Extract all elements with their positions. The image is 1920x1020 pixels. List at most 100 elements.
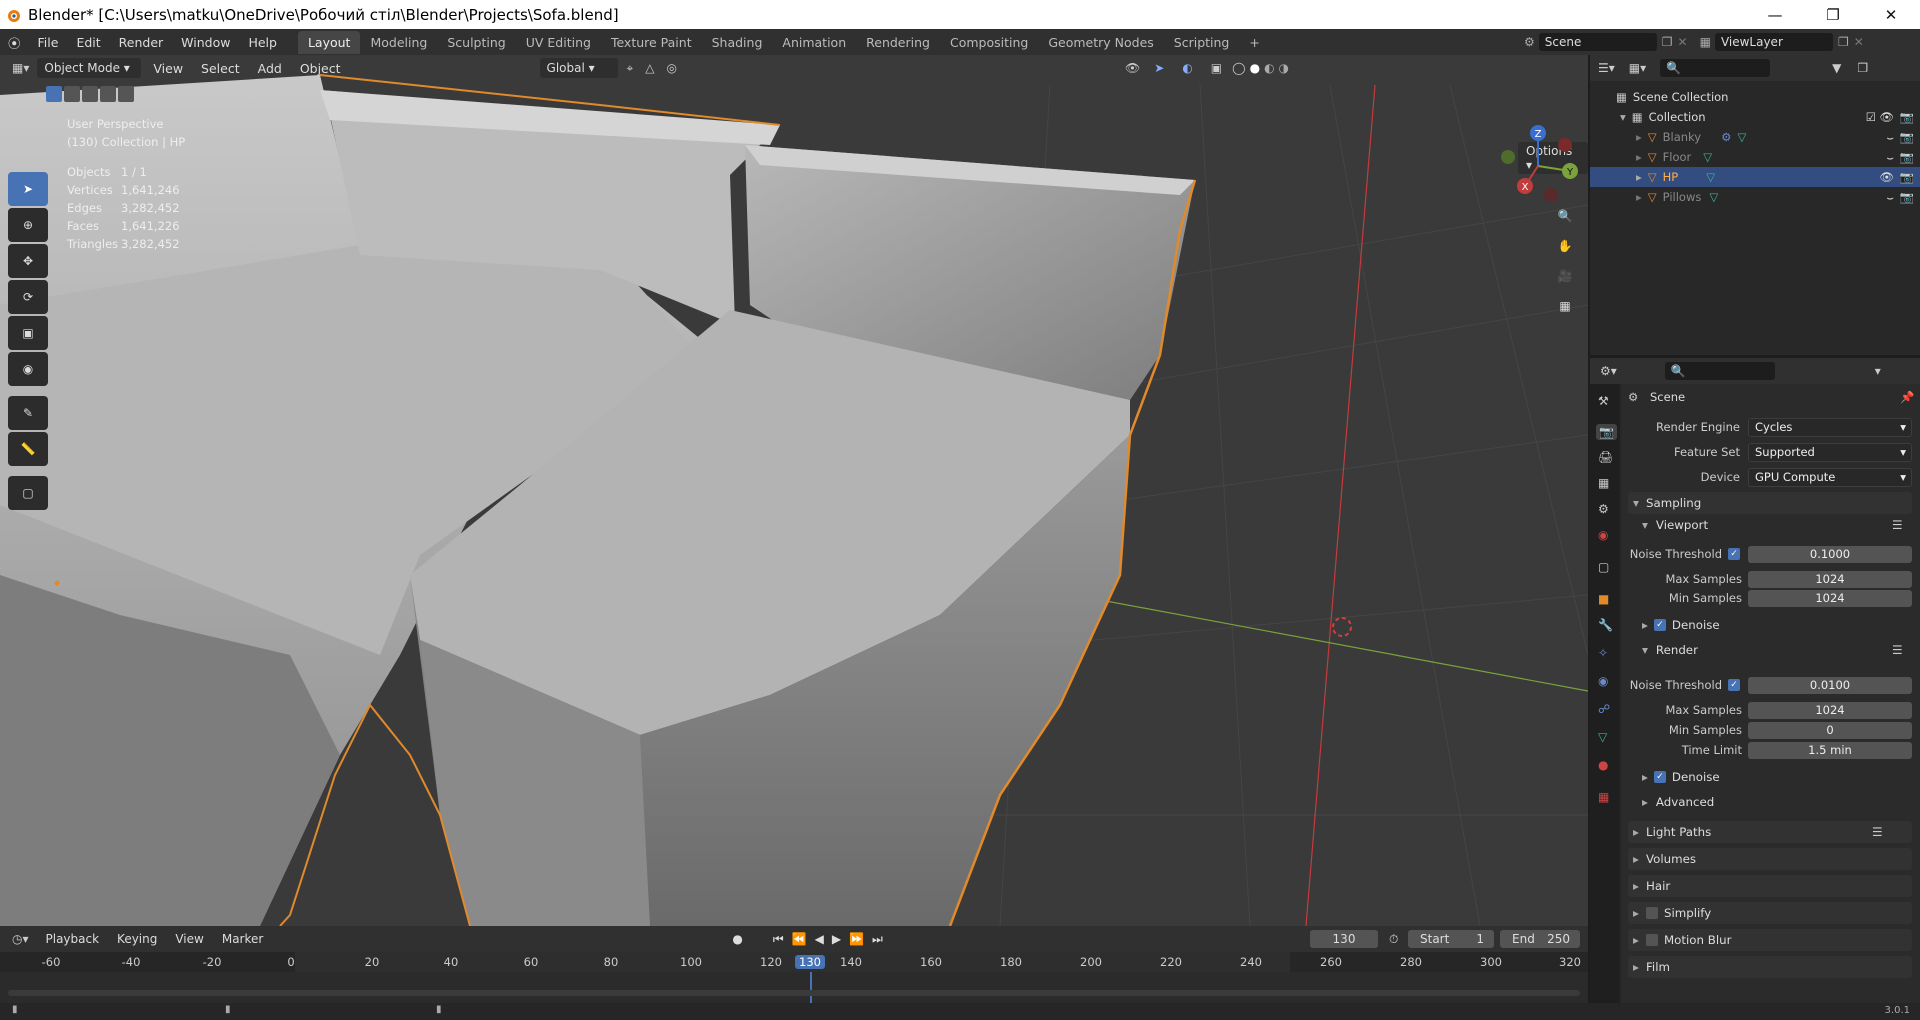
proportional-edit-icon[interactable]: ◎ xyxy=(667,61,677,75)
list-icon[interactable]: ☰ xyxy=(1892,643,1903,657)
viewport-min-samples-field[interactable]: 1024 xyxy=(1748,589,1912,607)
end-frame-field[interactable]: End 250 xyxy=(1500,930,1580,948)
modifier-tab-icon[interactable]: 🔧 xyxy=(1598,618,1613,632)
new-scene-icon[interactable]: ❐ xyxy=(1662,35,1673,49)
render-toggle-icon[interactable]: 📷 xyxy=(1900,130,1914,144)
annotate-tool-icon[interactable]: ✎ xyxy=(8,396,48,430)
time-limit-field[interactable]: 1.5 min xyxy=(1748,741,1912,759)
current-frame-field[interactable]: 130 xyxy=(1310,930,1378,948)
menu-playback[interactable]: Playback xyxy=(37,932,109,946)
select-subtract-icon[interactable] xyxy=(82,86,98,102)
expand-icon[interactable]: ▾ xyxy=(1620,110,1626,124)
close-button[interactable]: ✕ xyxy=(1862,0,1920,29)
menu-marker[interactable]: Marker xyxy=(213,932,272,946)
sampling-panel-header[interactable]: ▾ Sampling xyxy=(1628,492,1912,514)
menu-edit[interactable]: Edit xyxy=(67,35,109,50)
rotate-tool-icon[interactable]: ⟳ xyxy=(8,280,48,314)
ortho-toggle-icon[interactable]: ▦ xyxy=(1550,291,1580,321)
frame-ruler[interactable]: -60 -40 -20 0 20 40 60 80 100 120 130 14… xyxy=(0,952,1588,972)
texture-tab-icon[interactable]: ▦ xyxy=(1598,790,1609,804)
material-shading-icon[interactable]: ◐ xyxy=(1264,61,1274,75)
render-subpanel-header[interactable]: ▾ Render ☰ xyxy=(1642,643,1903,657)
jump-start-icon[interactable]: ⏮ xyxy=(773,932,784,947)
object-tab-icon[interactable]: ■ xyxy=(1598,592,1609,606)
view-layer-tab-icon[interactable]: ▦ xyxy=(1598,476,1609,490)
add-workspace-icon[interactable]: + xyxy=(1239,31,1269,54)
3d-viewport[interactable]: ▦▾ Object Mode ▾ View Select Add Object … xyxy=(0,55,1588,926)
minimize-button[interactable]: — xyxy=(1746,0,1804,29)
tab-geometry-nodes[interactable]: Geometry Nodes xyxy=(1038,31,1163,54)
expand-icon[interactable]: ▸ xyxy=(1636,170,1642,184)
gizmo-toggle-icon[interactable]: ➤ xyxy=(1154,61,1164,75)
menu-select[interactable]: Select xyxy=(192,61,249,76)
menu-help[interactable]: Help xyxy=(239,35,286,50)
tab-animation[interactable]: Animation xyxy=(772,31,856,54)
transform-orientation-selector[interactable]: Global ▾ xyxy=(539,58,618,78)
outliner-item-hp[interactable]: ▸ ▽ HP ▽ 👁 📷 xyxy=(1590,167,1920,187)
playhead-line[interactable] xyxy=(810,972,812,1003)
view-layer-selector[interactable]: ViewLayer xyxy=(1714,33,1833,51)
output-tab-icon[interactable]: 🖨 xyxy=(1598,450,1613,464)
prev-keyframe-icon[interactable]: ⏪ xyxy=(792,932,807,946)
render-toggle-icon[interactable]: 📷 xyxy=(1900,150,1914,164)
viewport-max-samples-field[interactable]: 1024 xyxy=(1748,570,1912,588)
outliner-collection[interactable]: ▾ ▦ Collection ☑ 👁 📷 xyxy=(1590,107,1920,127)
tab-sculpting[interactable]: Sculpting xyxy=(437,31,515,54)
playhead-label[interactable]: 130 xyxy=(795,955,825,969)
hair-panel[interactable]: ▸ Hair xyxy=(1628,875,1912,897)
film-panel[interactable]: ▸ Film xyxy=(1628,956,1912,978)
menu-window[interactable]: Window xyxy=(172,35,239,50)
move-tool-icon[interactable]: ✥ xyxy=(8,244,48,278)
mode-selector[interactable]: Object Mode ▾ xyxy=(37,58,142,78)
tab-modeling[interactable]: Modeling xyxy=(360,31,437,54)
viewport-subpanel-header[interactable]: ▾ Viewport ☰ xyxy=(1642,518,1903,532)
scene-tab-icon[interactable]: ⚙ xyxy=(1598,502,1609,516)
record-icon[interactable]: ● xyxy=(732,932,742,946)
select-extend-icon[interactable] xyxy=(64,86,80,102)
timeline-scrollbar[interactable] xyxy=(8,990,1580,996)
menu-render[interactable]: Render xyxy=(110,35,173,50)
solid-shading-icon[interactable]: ● xyxy=(1250,61,1260,75)
delete-scene-icon[interactable]: ✕ xyxy=(1678,35,1688,49)
collection-camera-icon[interactable]: 📷 xyxy=(1900,110,1914,124)
visibility-icon[interactable]: 👁 xyxy=(1125,61,1140,75)
expand-icon[interactable]: ▸ xyxy=(1636,150,1642,164)
tab-compositing[interactable]: Compositing xyxy=(940,31,1038,54)
tab-uv-editing[interactable]: UV Editing xyxy=(516,31,601,54)
editor-type-icon[interactable]: ▦▾ xyxy=(12,61,29,75)
menu-view[interactable]: View xyxy=(144,61,192,76)
rendered-shading-icon[interactable]: ◑ xyxy=(1279,61,1289,75)
render-noise-threshold-checkbox[interactable]: ✓ xyxy=(1728,679,1740,691)
outliner-item-floor[interactable]: ▸ ▽ Floor ▽ ⌣ 📷 xyxy=(1590,147,1920,167)
simplify-panel[interactable]: ▸ Simplify xyxy=(1628,902,1912,924)
hide-toggle-icon[interactable]: ⌣ xyxy=(1886,150,1894,165)
cursor-tool-icon[interactable]: ⊕ xyxy=(8,208,48,242)
menu-keying[interactable]: Keying xyxy=(108,932,166,946)
tab-layout[interactable]: Layout xyxy=(297,30,361,54)
outliner-item-blanky[interactable]: ▸ ▽ Blanky ⚙ ▽ ⌣ 📷 xyxy=(1590,127,1920,147)
render-noise-threshold-field[interactable]: 0.0100 xyxy=(1748,676,1912,694)
select-intersect-icon[interactable] xyxy=(118,86,134,102)
motion-blur-checkbox[interactable] xyxy=(1646,934,1658,946)
render-denoise-subpanel[interactable]: ▸ ✓ Denoise xyxy=(1642,770,1720,784)
overlay-toggle-icon[interactable]: ◐ xyxy=(1182,61,1192,75)
tab-shading[interactable]: Shading xyxy=(702,31,773,54)
outliner-scene-collection[interactable]: ▦ Scene Collection xyxy=(1590,87,1920,107)
viewport-denoise-checkbox[interactable]: ✓ xyxy=(1653,619,1666,631)
device-dropdown[interactable]: GPU Compute ▾ xyxy=(1748,467,1912,487)
expand-icon[interactable]: ▸ xyxy=(1636,190,1642,204)
pin-icon[interactable]: 📌 xyxy=(1900,390,1914,404)
advanced-subpanel[interactable]: ▸ Advanced xyxy=(1642,795,1714,809)
render-min-samples-field[interactable]: 0 xyxy=(1748,721,1912,739)
render-toggle-icon[interactable]: 📷 xyxy=(1900,190,1914,204)
expand-icon[interactable]: ▸ xyxy=(1636,130,1642,144)
camera-view-icon[interactable]: 🎥 xyxy=(1550,261,1580,291)
add-cube-tool-icon[interactable]: ▢ xyxy=(8,476,48,510)
select-invert-icon[interactable] xyxy=(100,86,116,102)
new-collection-icon[interactable]: ❐ xyxy=(1857,61,1868,75)
material-tab-icon[interactable]: ● xyxy=(1598,758,1608,772)
physics-tab-icon[interactable]: ◉ xyxy=(1598,674,1608,688)
filter-icon[interactable]: ▼ xyxy=(1832,61,1841,75)
snap-icon[interactable]: △ xyxy=(645,61,654,75)
menu-timeline-view[interactable]: View xyxy=(166,932,212,946)
